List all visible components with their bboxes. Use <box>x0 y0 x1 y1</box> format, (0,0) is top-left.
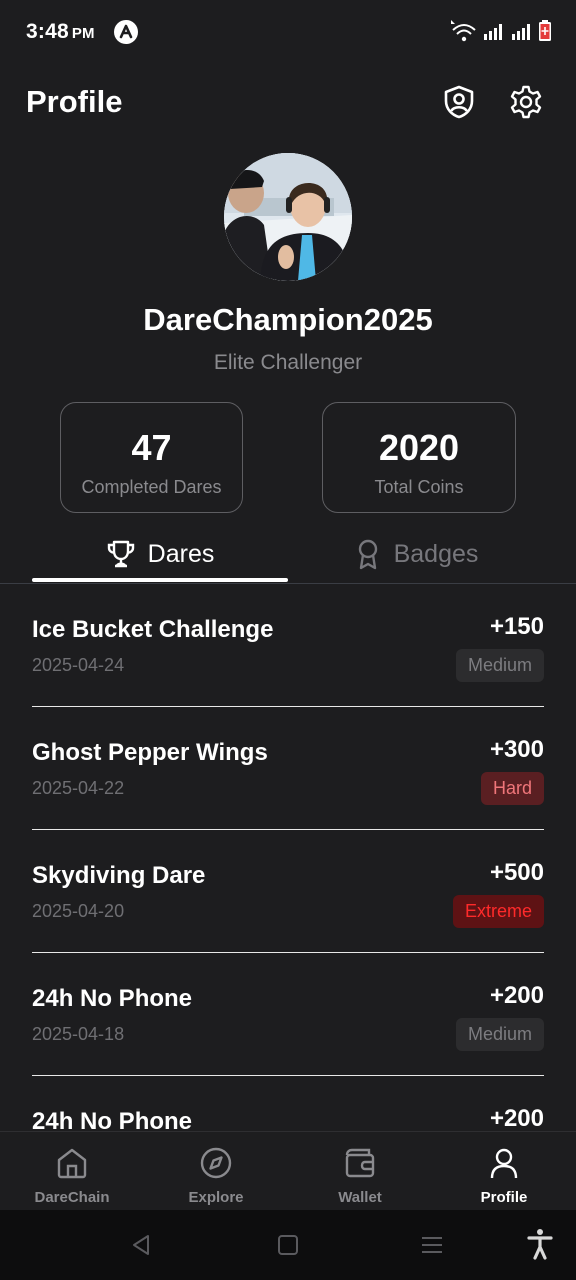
battery-icon <box>539 20 551 41</box>
username: DareChampion2025 <box>143 302 433 337</box>
bottom-nav: DareChain Explore Wallet Profile <box>0 1131 576 1210</box>
dare-reward: +200 <box>489 982 544 1009</box>
nav-profile[interactable]: Profile <box>432 1132 576 1211</box>
system-navigation-bar <box>0 1210 576 1280</box>
difficulty-badge: Hard <box>480 772 544 805</box>
dare-date: 2025-04-18 <box>32 1024 125 1044</box>
stat-label: Total Coins <box>374 477 464 497</box>
difficulty-badge: Medium <box>455 1018 544 1051</box>
trophy-icon <box>107 540 134 568</box>
active-tab-indicator <box>32 578 288 582</box>
dare-list: Ice Bucket Challenge 2025-04-24 +150 Med… <box>32 584 544 1131</box>
dare-reward: +150 <box>489 613 544 640</box>
list-item[interactable]: Skydiving Dare 2025-04-20 +500 Extreme <box>32 830 544 953</box>
list-item[interactable]: Ice Bucket Challenge 2025-04-24 +150 Med… <box>32 584 544 707</box>
dare-title: Ghost Pepper Wings <box>32 739 268 766</box>
home-icon <box>57 1148 87 1179</box>
tab-label: Dares <box>147 539 215 568</box>
stat-card-completed-dares: 47 Completed Dares <box>60 402 243 513</box>
wifi-icon <box>451 20 476 42</box>
difficulty-badge: Medium <box>455 649 544 682</box>
dare-title: Ice Bucket Challenge <box>32 616 274 643</box>
nav-darechain[interactable]: DareChain <box>0 1132 144 1211</box>
tab-bar: Dares Badges <box>0 525 576 584</box>
status-time: 3:48 PM <box>26 20 95 43</box>
list-item[interactable]: 24h No Phone +200 <box>32 1076 544 1131</box>
avatar[interactable] <box>224 153 352 281</box>
dare-reward: +300 <box>489 736 544 763</box>
nav-wallet[interactable]: Wallet <box>288 1132 432 1211</box>
accessibility-icon[interactable] <box>526 1228 554 1260</box>
list-item[interactable]: Ghost Pepper Wings 2025-04-22 +300 Hard <box>32 707 544 830</box>
page-title: Profile <box>26 84 123 119</box>
user-icon <box>490 1148 518 1179</box>
dare-title: 24h No Phone <box>32 985 193 1012</box>
stat-label: Completed Dares <box>81 477 222 497</box>
user-rank: Elite Challenger <box>213 351 363 374</box>
dare-date: 2025-04-22 <box>32 778 125 798</box>
recents-icon[interactable] <box>421 1235 443 1255</box>
status-bar: 3:48 PM <box>0 0 576 66</box>
stat-value: 47 <box>131 427 172 468</box>
back-icon[interactable] <box>130 1234 152 1256</box>
nav-label: Profile <box>480 1189 528 1206</box>
dare-date: 2025-04-20 <box>32 901 125 921</box>
home-square-icon[interactable] <box>277 1234 299 1256</box>
compass-icon <box>200 1147 232 1179</box>
dare-title: 24h No Phone <box>32 1108 193 1131</box>
stat-card-total-coins: 2020 Total Coins <box>322 402 516 513</box>
tab-label: Badges <box>393 539 479 568</box>
app-notification-icon <box>114 20 138 44</box>
tab-dares[interactable]: Dares <box>32 525 288 583</box>
difficulty-badge: Extreme <box>452 895 544 928</box>
nav-label: Wallet <box>338 1189 382 1206</box>
dare-reward: +200 <box>489 1105 544 1131</box>
nav-explore[interactable]: Explore <box>144 1132 288 1211</box>
tab-badges[interactable]: Badges <box>288 525 544 583</box>
stat-value: 2020 <box>378 427 460 468</box>
gear-icon[interactable] <box>508 84 544 120</box>
dare-reward: +500 <box>489 859 544 886</box>
signal-icon <box>484 24 502 40</box>
list-item[interactable]: 24h No Phone 2025-04-18 +200 Medium <box>32 953 544 1076</box>
shield-user-icon[interactable] <box>441 84 477 120</box>
nav-label: DareChain <box>34 1189 110 1206</box>
signal-icon <box>512 24 530 40</box>
wallet-icon <box>345 1148 375 1178</box>
dare-date: 2025-04-24 <box>32 655 125 675</box>
dare-title: Skydiving Dare <box>32 862 206 889</box>
award-icon <box>358 539 377 570</box>
nav-label: Explore <box>188 1189 244 1206</box>
